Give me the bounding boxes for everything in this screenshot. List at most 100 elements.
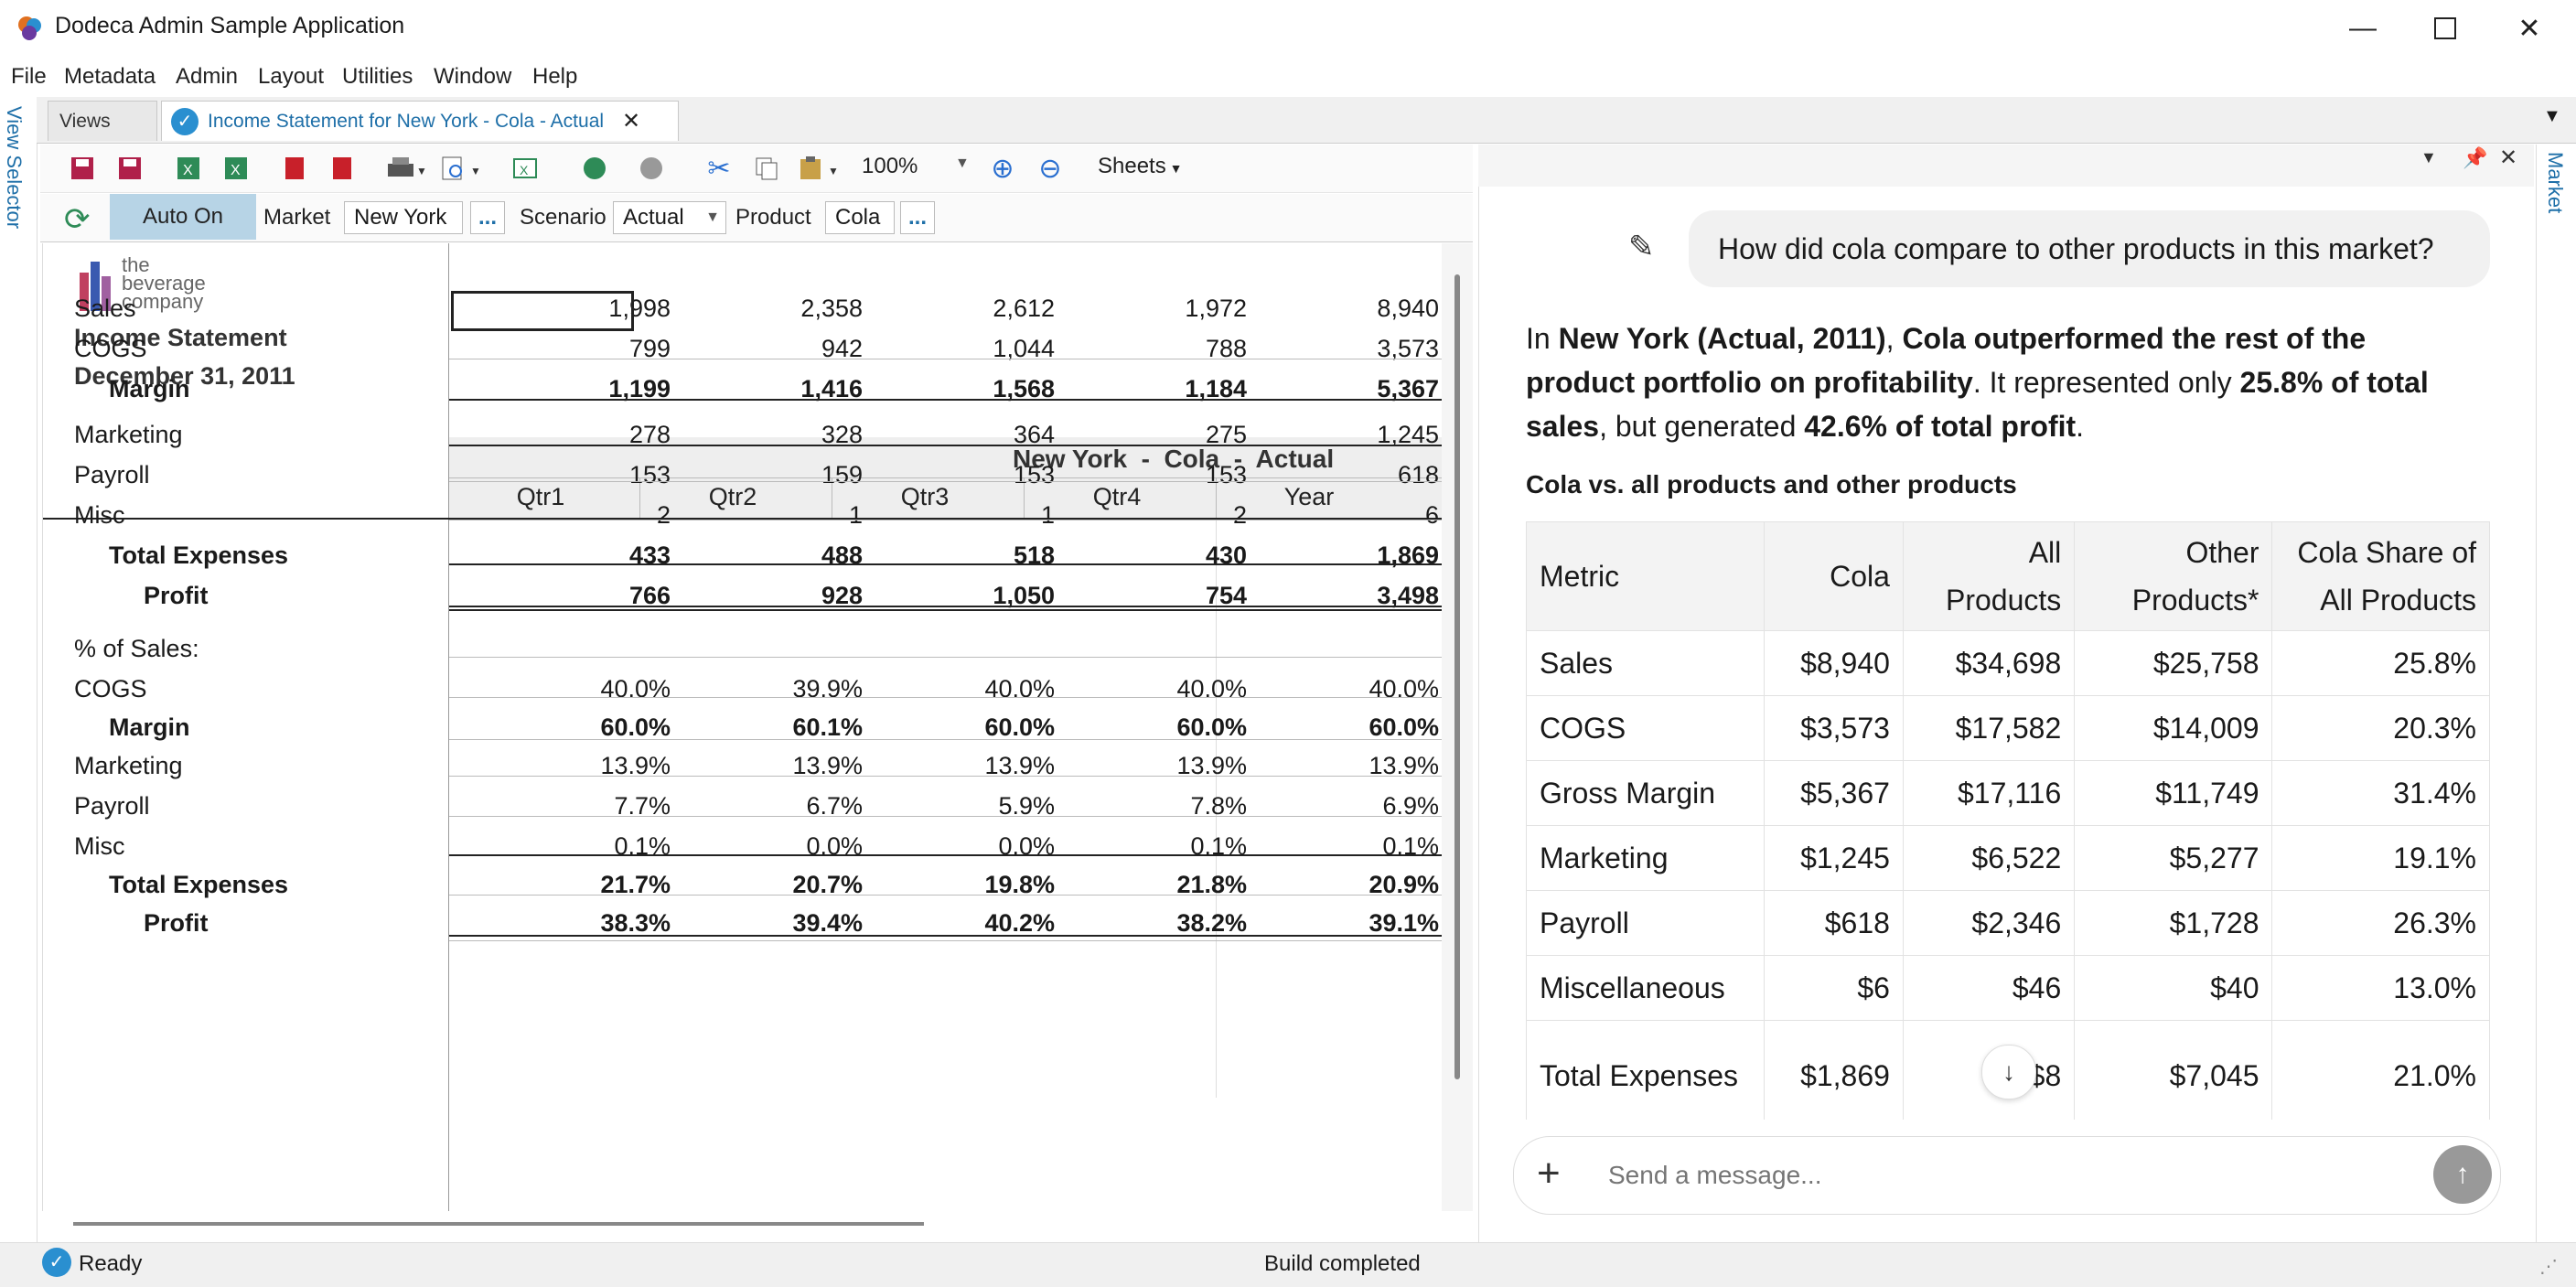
table-cell[interactable]: 40.2% xyxy=(872,909,1055,938)
table-cell[interactable]: 39.1% xyxy=(1256,909,1439,938)
spreadsheet[interactable]: the beverage company Income Statement De… xyxy=(42,243,1443,1211)
table-cell: $1,728 xyxy=(2074,890,2273,956)
table-cell[interactable]: 430 xyxy=(1064,542,1247,570)
table-cell[interactable]: 488 xyxy=(680,542,863,570)
excel-export-icon[interactable]: X xyxy=(172,152,205,185)
excel-icon[interactable]: X xyxy=(220,152,252,185)
build-disabled-icon[interactable] xyxy=(635,152,668,185)
market-selector[interactable]: New York xyxy=(344,201,463,234)
close-window-button[interactable]: ✕ xyxy=(2488,0,2571,57)
edit-pencil-icon[interactable]: ✎ xyxy=(1628,229,1655,265)
copy-icon[interactable] xyxy=(750,152,783,185)
close-tab-icon[interactable]: ✕ xyxy=(622,108,640,134)
print-icon[interactable]: ▼ xyxy=(382,152,428,185)
paste-icon[interactable]: ▼ xyxy=(794,152,847,185)
table-cell[interactable]: 0.0% xyxy=(872,832,1055,861)
menu-layout[interactable]: Layout xyxy=(258,64,324,90)
tab-income-statement[interactable]: ✓ Income Statement for New York - Cola -… xyxy=(161,101,679,141)
pdf-export-icon[interactable] xyxy=(326,152,359,185)
table-cell[interactable]: 1,972 xyxy=(1064,295,1247,323)
market-more-button[interactable]: ... xyxy=(470,201,505,234)
table-cell[interactable]: 40.0% xyxy=(872,675,1055,703)
table-cell[interactable]: 518 xyxy=(872,542,1055,570)
table-cell[interactable]: 0.1% xyxy=(1064,832,1247,861)
row-label: Total Expenses xyxy=(109,542,289,569)
zoom-in-icon[interactable]: ⊕ xyxy=(986,152,1019,185)
zoom-out-icon[interactable]: ⊖ xyxy=(1034,152,1067,185)
close-panel-icon[interactable]: ✕ xyxy=(2499,145,2517,171)
table-cell[interactable]: 8,940 xyxy=(1256,295,1439,323)
table-cell[interactable]: 39.9% xyxy=(680,675,863,703)
table-cell[interactable]: 38.3% xyxy=(488,909,671,938)
table-cell[interactable]: 1 xyxy=(680,501,863,530)
panel-menu-icon[interactable]: ▼ xyxy=(2420,148,2437,167)
table-cell[interactable]: 2 xyxy=(488,501,671,530)
print-preview-icon[interactable]: ▼ xyxy=(435,152,487,185)
menu-window[interactable]: Window xyxy=(434,64,511,90)
table-cell[interactable]: 2,358 xyxy=(680,295,863,323)
pin-icon[interactable]: 📌 xyxy=(2463,146,2487,170)
message-input[interactable] xyxy=(1606,1154,2415,1196)
vertical-scroll-thumb[interactable] xyxy=(1454,274,1460,1079)
maximize-button[interactable] xyxy=(2404,0,2486,57)
table-cell[interactable]: 1 xyxy=(872,501,1055,530)
menu-utilities[interactable]: Utilities xyxy=(342,64,413,90)
table-cell[interactable]: 60.1% xyxy=(680,713,863,742)
table-cell[interactable]: 60.0% xyxy=(1064,713,1247,742)
menu-help[interactable]: Help xyxy=(532,64,577,90)
cut-icon[interactable]: ✂ xyxy=(703,152,735,185)
zoom-select[interactable]: 100% ▼ xyxy=(862,154,977,183)
refresh-icon[interactable]: ⟳ xyxy=(64,201,91,238)
export-icon[interactable]: X xyxy=(509,152,542,185)
scroll-down-icon[interactable]: ↓ xyxy=(1981,1045,2036,1099)
market-side-tab[interactable]: Market xyxy=(2543,152,2567,213)
table-cell[interactable]: 40.0% xyxy=(1256,675,1439,703)
product-more-button[interactable]: ... xyxy=(900,201,935,234)
pdf-icon[interactable] xyxy=(278,152,311,185)
send-button[interactable]: ↑ xyxy=(2433,1145,2492,1204)
auto-on-label: Auto On xyxy=(142,204,224,229)
sheets-menu[interactable]: Sheets ▼ xyxy=(1098,154,1182,179)
product-selector[interactable]: Cola xyxy=(825,201,895,234)
svg-text:X: X xyxy=(183,163,193,178)
menu-metadata[interactable]: Metadata xyxy=(64,64,156,90)
menu-admin[interactable]: Admin xyxy=(176,64,238,90)
table-cell[interactable]: 433 xyxy=(488,542,671,570)
column-header: Cola xyxy=(1763,521,1904,631)
table-cell[interactable]: 0.1% xyxy=(488,832,671,861)
add-attachment-icon[interactable]: + xyxy=(1537,1151,1561,1196)
minimize-button[interactable]: — xyxy=(2322,0,2404,57)
view-selector-tab[interactable]: View Selector xyxy=(2,106,26,229)
table-cell[interactable]: 153 xyxy=(488,461,671,489)
tab-views[interactable]: Views xyxy=(48,101,157,141)
menu-file[interactable]: File xyxy=(11,64,47,90)
table-cell[interactable]: 1,869 xyxy=(1256,542,1439,570)
table-cell[interactable]: 38.2% xyxy=(1064,909,1247,938)
build-icon[interactable] xyxy=(578,152,611,185)
table-cell[interactable]: 60.0% xyxy=(1256,713,1439,742)
table-cell[interactable]: 60.0% xyxy=(488,713,671,742)
user-message: How did cola compare to other products i… xyxy=(1689,210,2490,287)
table-cell[interactable]: 153 xyxy=(872,461,1055,489)
table-cell[interactable]: 60.0% xyxy=(872,713,1055,742)
table-cell[interactable]: 2 xyxy=(1064,501,1247,530)
table-cell[interactable]: 159 xyxy=(680,461,863,489)
table-cell[interactable]: 2,612 xyxy=(872,295,1055,323)
table-cell[interactable]: 618 xyxy=(1256,461,1439,489)
table-cell[interactable]: 153 xyxy=(1064,461,1247,489)
table-cell[interactable]: 0.1% xyxy=(1256,832,1439,861)
tab-overflow-icon[interactable]: ▼ xyxy=(2543,106,2561,127)
save-as-icon[interactable] xyxy=(113,152,146,185)
table-row: Gross Margin $5,367 $17,116 $11,749 31.4% xyxy=(1526,760,2490,826)
table-cell[interactable]: 0.0% xyxy=(680,832,863,861)
resize-grip-icon[interactable]: ⋰ xyxy=(2539,1255,2558,1278)
selected-cell[interactable] xyxy=(451,291,634,331)
horizontal-scroll-thumb[interactable] xyxy=(73,1222,924,1226)
save-icon[interactable] xyxy=(66,152,99,185)
auto-on-toggle[interactable]: Auto On xyxy=(110,194,256,240)
scenario-selector[interactable]: Actual ▼ xyxy=(613,201,726,234)
table-cell[interactable]: 40.0% xyxy=(488,675,671,703)
table-cell[interactable]: 6 xyxy=(1256,501,1439,530)
table-cell[interactable]: 40.0% xyxy=(1064,675,1247,703)
table-cell[interactable]: 39.4% xyxy=(680,909,863,938)
